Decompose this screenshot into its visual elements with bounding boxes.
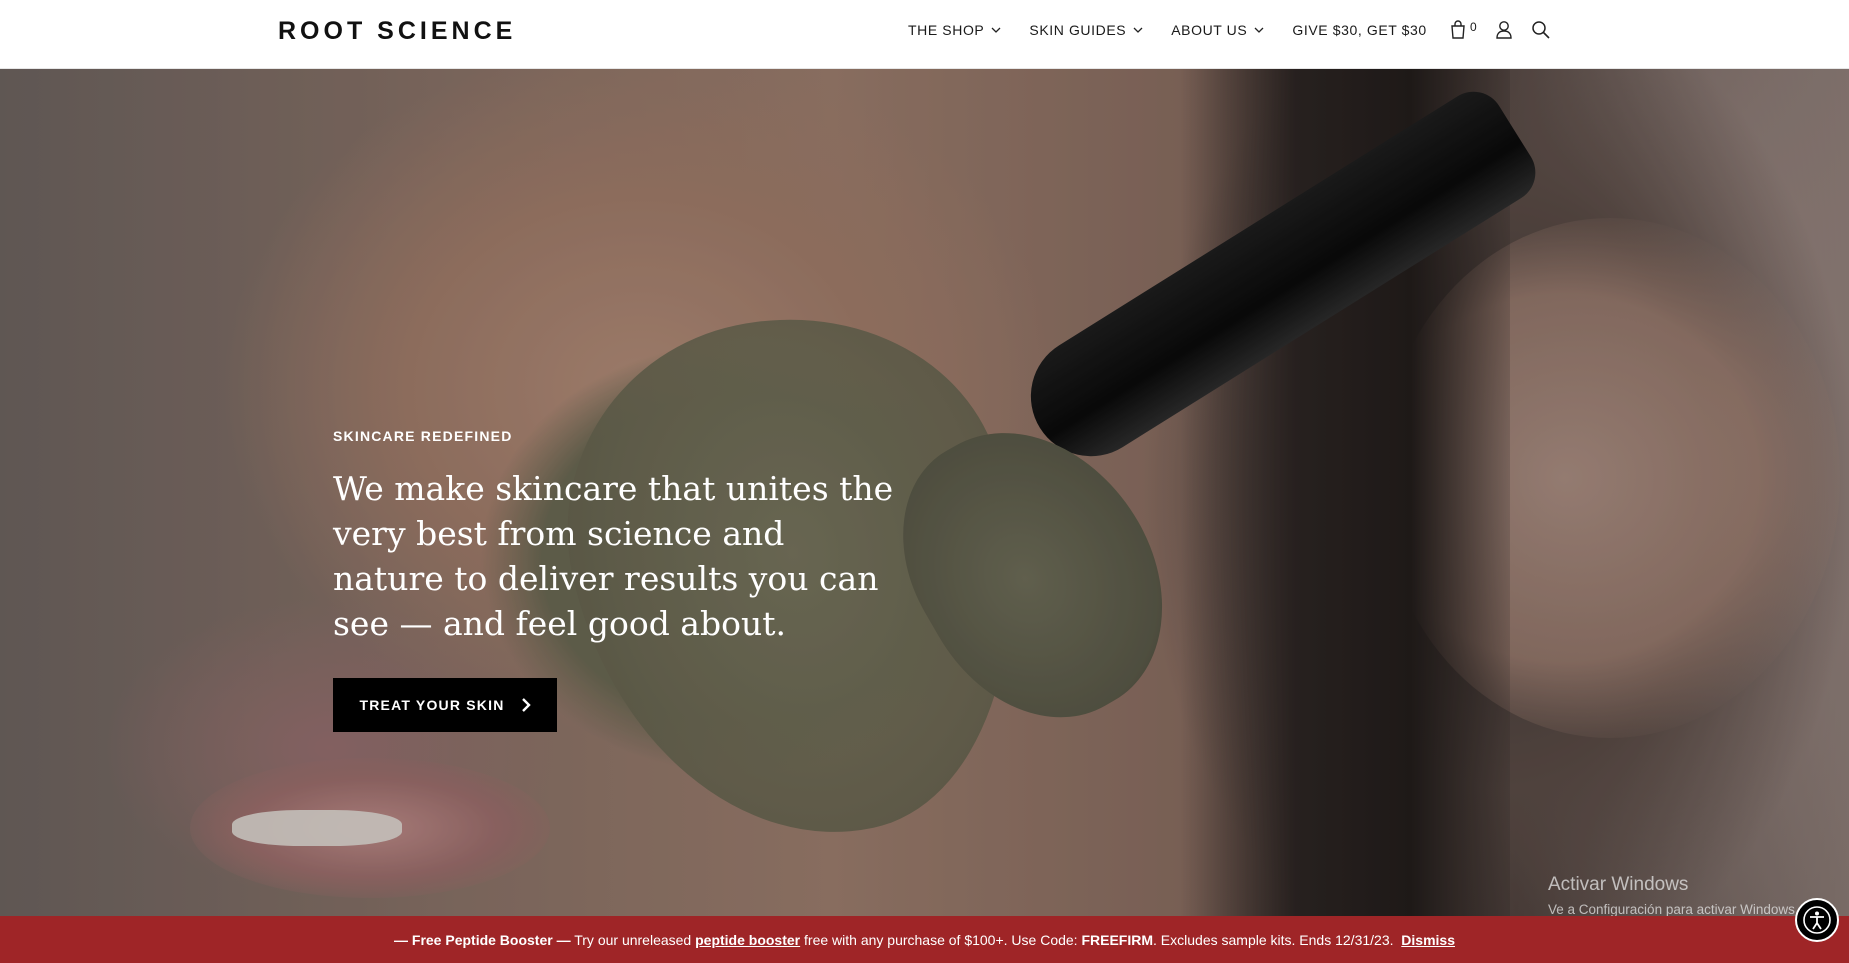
search-icon bbox=[1531, 21, 1550, 39]
treat-your-skin-button[interactable]: TREAT YOUR SKIN bbox=[333, 678, 557, 732]
nav-the-shop[interactable]: THE SHOP bbox=[908, 22, 1001, 38]
cta-label: TREAT YOUR SKIN bbox=[359, 697, 505, 713]
promo-text-3: . Excludes sample kits. Ends 12/31/23. bbox=[1153, 931, 1394, 948]
accessibility-button[interactable] bbox=[1795, 898, 1839, 942]
hero-banner: SKINCARE REDEFINED We make skincare that… bbox=[0, 68, 1849, 916]
promo-peptide-link[interactable]: peptide booster bbox=[695, 932, 800, 948]
account-button[interactable] bbox=[1495, 20, 1513, 39]
chevron-down-icon bbox=[1133, 27, 1143, 33]
promo-text-1: Try our unreleased bbox=[570, 931, 696, 948]
accessibility-icon bbox=[1803, 906, 1831, 934]
watermark-title: Activar Windows bbox=[1548, 874, 1689, 895]
watermark-subtitle: Ve a Configuración para activar Windows. bbox=[1548, 902, 1799, 916]
hero-eyebrow: SKINCARE REDEFINED bbox=[333, 428, 513, 444]
cart-button[interactable]: 0 bbox=[1450, 20, 1477, 39]
nav-about-us[interactable]: ABOUT US bbox=[1171, 22, 1264, 38]
promo-code: FREEFIRM bbox=[1081, 931, 1154, 948]
header-icons: 0 bbox=[1450, 20, 1568, 39]
hero-headline: We make skincare that unites the very be… bbox=[333, 469, 894, 643]
promo-text-2: free with any purchase of $100+. Use Cod… bbox=[800, 931, 1082, 948]
nav-label: SKIN GUIDES bbox=[1029, 22, 1127, 38]
hero-content: SKINCARE REDEFINED We make skincare that… bbox=[333, 428, 933, 732]
nav-label: THE SHOP bbox=[908, 22, 985, 38]
promo-lead: — Free Peptide Booster — bbox=[394, 931, 571, 948]
bag-icon bbox=[1451, 20, 1465, 39]
chevron-down-icon bbox=[991, 27, 1001, 33]
nav-label: ABOUT US bbox=[1171, 22, 1248, 38]
search-button[interactable] bbox=[1531, 20, 1550, 39]
nav-label: GIVE $30, GET $30 bbox=[1292, 22, 1427, 38]
promo-spacer bbox=[1394, 932, 1402, 948]
main-nav: THE SHOP SKIN GUIDES ABOUT US GIVE $30, … bbox=[908, 22, 1455, 38]
site-header: ROOT SCIENCE THE SHOP SKIN GUIDES ABOUT … bbox=[0, 0, 1849, 69]
nav-referral[interactable]: GIVE $30, GET $30 bbox=[1292, 22, 1426, 38]
windows-activation-watermark: Activar Windows Ve a Configuración para … bbox=[1548, 874, 1799, 916]
brand-logo[interactable]: ROOT SCIENCE bbox=[278, 17, 516, 46]
chevron-right-icon bbox=[521, 698, 531, 712]
cart-count: 0 bbox=[1470, 19, 1477, 34]
chevron-down-icon bbox=[1254, 27, 1264, 33]
account-icon bbox=[1495, 21, 1512, 39]
promo-bar: — Free Peptide Booster — Try our unrelea… bbox=[0, 916, 1849, 963]
nav-skin-guides[interactable]: SKIN GUIDES bbox=[1029, 22, 1143, 38]
promo-dismiss-link[interactable]: Dismiss bbox=[1401, 932, 1455, 948]
